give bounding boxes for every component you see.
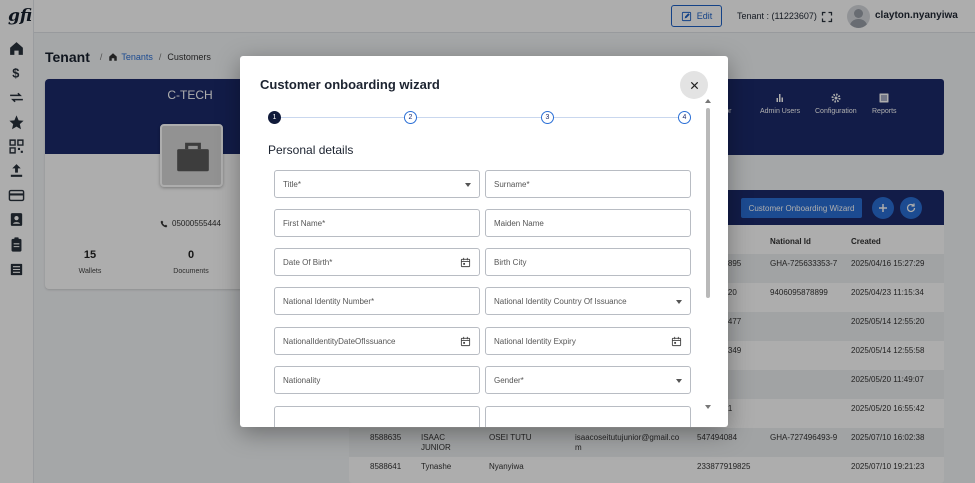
nationality-field[interactable]: Nationality	[274, 366, 480, 394]
national-id-issue-date-placeholder: NationalIdentityDateOfIssuance	[283, 337, 396, 346]
birth-city-placeholder: Birth City	[494, 258, 527, 267]
maiden-name-field[interactable]: Maiden Name	[485, 209, 691, 237]
app-root: gfi $ Edit Tenant : (11223607) clayton.n…	[0, 0, 975, 483]
close-icon	[690, 81, 698, 89]
first-name-placeholder: First Name*	[283, 219, 326, 228]
chevron-down-icon	[676, 379, 682, 383]
national-id-country-select[interactable]: National Identity Country Of Issuance	[485, 287, 691, 315]
chevron-down-icon	[676, 300, 682, 304]
calendar-icon[interactable]	[671, 336, 682, 347]
dialog-scrollbar[interactable]	[706, 108, 710, 298]
scroll-up-arrow[interactable]	[705, 99, 711, 103]
national-id-country-label: National Identity Country Of Issuance	[494, 297, 627, 306]
birth-city-field[interactable]: Birth City	[485, 248, 691, 276]
chevron-down-icon	[465, 183, 471, 187]
surname-field[interactable]: Surname*	[485, 170, 691, 198]
calendar-icon[interactable]	[460, 257, 471, 268]
calendar-icon[interactable]	[460, 336, 471, 347]
next-field-partial[interactable]	[485, 406, 691, 427]
date-of-birth-placeholder: Date Of Birth*	[283, 258, 333, 267]
close-button[interactable]	[680, 71, 708, 99]
surname-placeholder: Surname*	[494, 180, 530, 189]
gender-label: Gender*	[494, 376, 524, 385]
title-select[interactable]: Title*	[274, 170, 480, 198]
national-id-number-field[interactable]: National Identity Number*	[274, 287, 480, 315]
title-select-label: Title*	[283, 180, 301, 189]
national-id-expiry-placeholder: National Identity Expiry	[494, 337, 576, 346]
step-3[interactable]: 3	[541, 111, 554, 124]
nationality-placeholder: Nationality	[283, 376, 321, 385]
stepper-line	[276, 117, 684, 118]
customer-onboarding-dialog: Customer onboarding wizard 1 2 3 4 Perso…	[240, 56, 728, 427]
section-title: Personal details	[268, 143, 354, 157]
national-id-number-placeholder: National Identity Number*	[283, 297, 375, 306]
step-1[interactable]: 1	[268, 111, 281, 124]
date-of-birth-field[interactable]: Date Of Birth*	[274, 248, 480, 276]
scroll-down-arrow[interactable]	[705, 405, 711, 409]
dialog-title: Customer onboarding wizard	[260, 77, 440, 92]
step-2[interactable]: 2	[404, 111, 417, 124]
step-4[interactable]: 4	[678, 111, 691, 124]
gender-select[interactable]: Gender*	[485, 366, 691, 394]
national-id-issue-date-field[interactable]: NationalIdentityDateOfIssuance	[274, 327, 480, 355]
national-id-expiry-field[interactable]: National Identity Expiry	[485, 327, 691, 355]
maiden-name-placeholder: Maiden Name	[494, 219, 544, 228]
first-name-field[interactable]: First Name*	[274, 209, 480, 237]
next-field-partial[interactable]	[274, 406, 480, 427]
